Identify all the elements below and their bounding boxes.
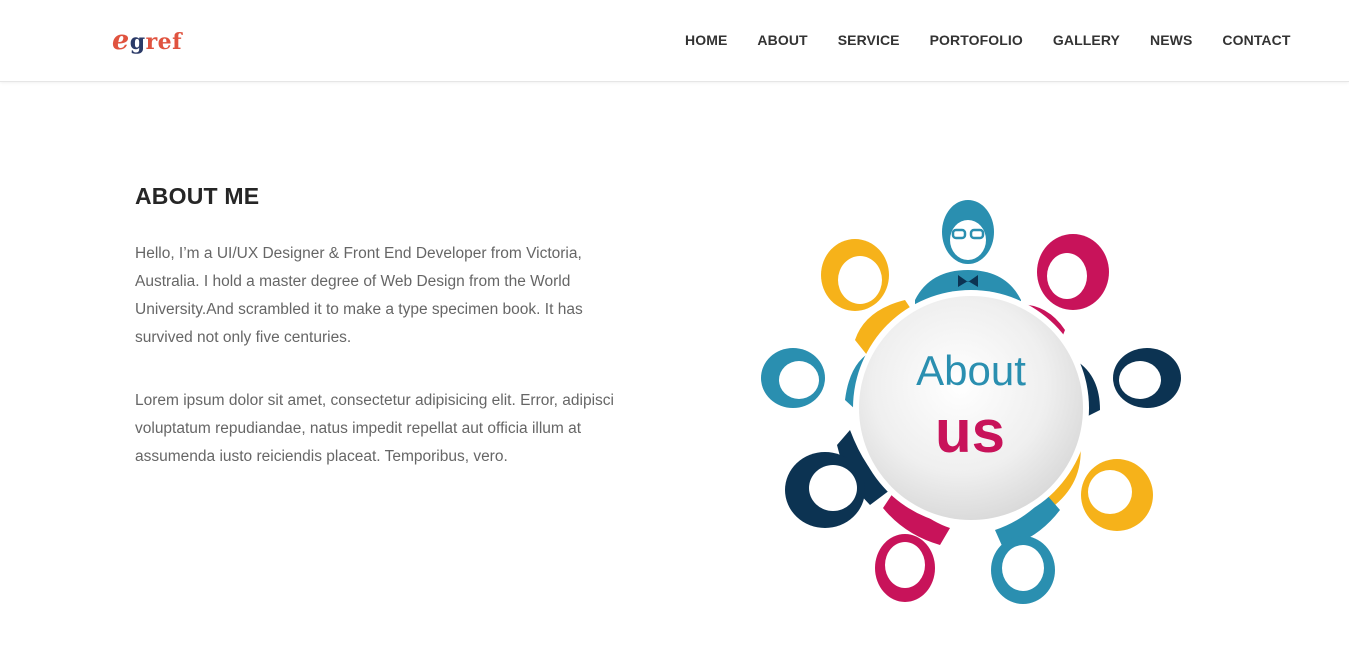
about-title: ABOUT ME — [135, 183, 260, 209]
about-us-graphic: About us — [761, 200, 1181, 604]
about-us-illustration: About us — [755, 190, 1195, 610]
about-paragraph-2: Lorem ipsum dolor sit amet, consectetur … — [135, 392, 614, 465]
nav-contact[interactable]: CONTACT — [1222, 31, 1290, 51]
site-logo[interactable]: egref — [112, 26, 222, 56]
about-paragraph-1: Hello, I’m a UI/UX Designer & Front End … — [135, 245, 583, 346]
nav-portofolio[interactable]: PORTOFOLIO — [930, 31, 1023, 51]
us-word: us — [935, 398, 1005, 465]
about-word: About — [916, 347, 1026, 394]
nav-home[interactable]: HOME — [685, 31, 727, 51]
nav-about[interactable]: ABOUT — [757, 31, 807, 51]
nav-gallery[interactable]: GALLERY — [1053, 31, 1120, 51]
logo-wordmark: egref — [112, 25, 183, 56]
navbar: egref HOME ABOUT SERVICE PORTOFOLIO GALL… — [0, 0, 1349, 82]
main-navigation: HOME ABOUT SERVICE PORTOFOLIO GALLERY NE… — [670, 31, 1306, 51]
nav-service[interactable]: SERVICE — [838, 31, 900, 51]
nav-news[interactable]: NEWS — [1150, 31, 1192, 51]
